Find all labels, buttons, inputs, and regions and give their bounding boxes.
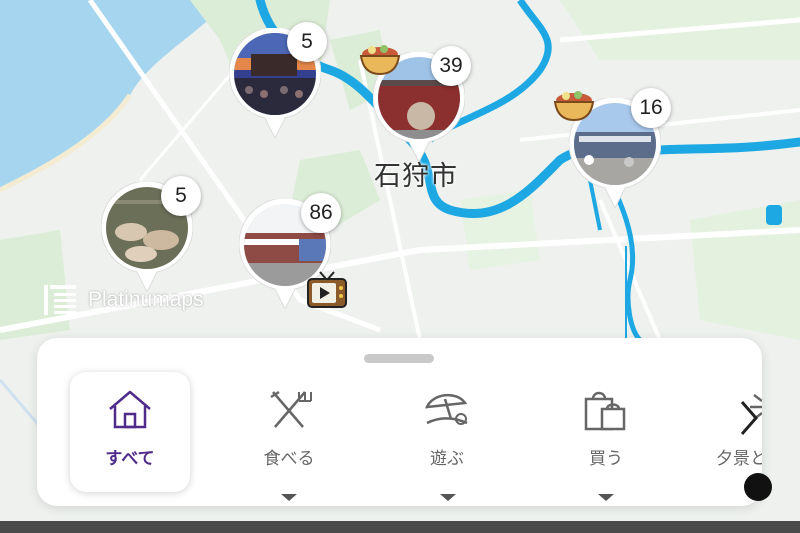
marker-count-badge: 39 bbox=[431, 46, 471, 86]
category-label: 買う bbox=[589, 449, 623, 469]
home-icon bbox=[109, 390, 151, 429]
marker-count-badge: 16 bbox=[631, 88, 671, 128]
category-buy[interactable]: 買う bbox=[546, 372, 666, 492]
marker-count-badge: 5 bbox=[161, 176, 201, 216]
marker-count-badge: 86 bbox=[301, 193, 341, 233]
panel-drag-handle[interactable] bbox=[364, 354, 434, 363]
chevron-down-icon[interactable] bbox=[440, 494, 456, 501]
info-button[interactable] bbox=[744, 473, 772, 501]
food-bowl-icon bbox=[359, 45, 401, 76]
category-play[interactable]: 遊ぶ bbox=[387, 372, 507, 492]
marker-count-badge: 5 bbox=[287, 22, 327, 62]
map-marker-concert[interactable]: 5 bbox=[229, 22, 327, 138]
category-label: 遊ぶ bbox=[430, 449, 464, 469]
category-label: すべて bbox=[105, 449, 155, 469]
chevron-right-icon[interactable] bbox=[738, 400, 760, 436]
fork-knife-icon bbox=[270, 390, 312, 428]
food-bowl-icon bbox=[553, 91, 595, 122]
chevron-down-icon[interactable] bbox=[281, 494, 297, 501]
bottom-bar bbox=[0, 521, 800, 533]
platinumaps-logo-icon bbox=[44, 285, 76, 315]
tv-icon bbox=[307, 271, 347, 308]
chevron-down-icon[interactable] bbox=[598, 494, 614, 501]
category-eat[interactable]: 食べる bbox=[229, 372, 349, 492]
category-label: 食べる bbox=[263, 449, 315, 469]
category-label: 夕景と bbox=[716, 449, 762, 469]
map-marker-animals[interactable]: 5 bbox=[101, 176, 201, 292]
category-all[interactable]: すべて bbox=[70, 372, 190, 492]
shopping-bag-icon bbox=[584, 391, 626, 431]
beach-umbrella-icon bbox=[425, 394, 468, 425]
